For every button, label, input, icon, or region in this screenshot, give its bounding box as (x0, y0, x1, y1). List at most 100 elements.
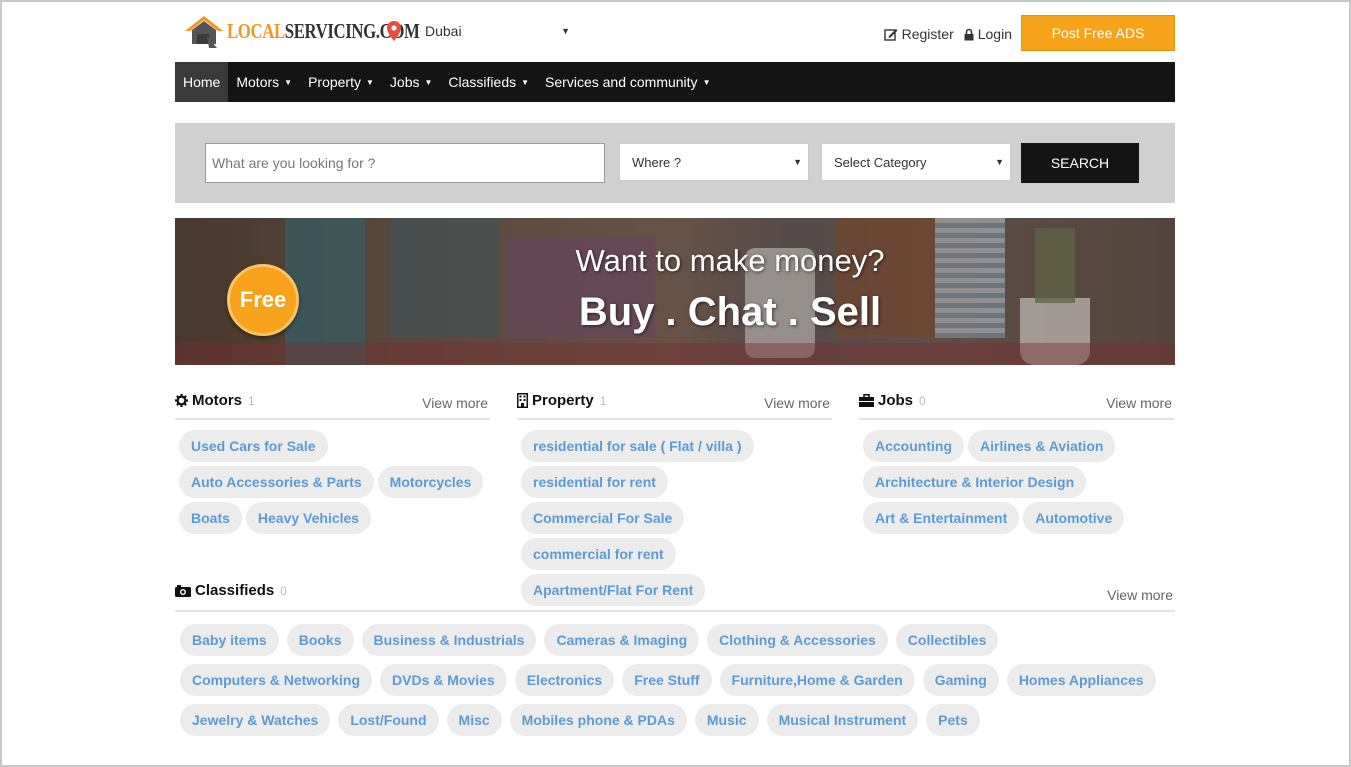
view-more-link[interactable]: View more (1106, 395, 1172, 411)
tag[interactable]: Free Stuff (622, 664, 712, 696)
tag[interactable]: Mobiles phone & PDAs (509, 704, 687, 736)
category-select-value: Select Category (834, 154, 927, 170)
nav-item-home[interactable]: Home (175, 62, 229, 102)
tag[interactable]: Boats (179, 502, 242, 534)
login-label: Login (977, 26, 1012, 42)
promo-banner[interactable]: Free Want to make money? Buy . Chat . Se… (175, 218, 1175, 365)
tag[interactable]: Used Cars for Sale (179, 430, 328, 462)
nav-item-property[interactable]: Property ▼ (300, 62, 382, 102)
tag[interactable]: Electronics (514, 664, 615, 696)
building-icon (517, 393, 528, 408)
section-count: 0 (919, 393, 926, 408)
login-link[interactable]: Login (964, 26, 1012, 42)
gear-icon (175, 394, 188, 407)
tag-list: Baby items Books Business & Industrials … (175, 612, 1175, 744)
lock-icon (964, 28, 974, 40)
section-property: Property 1 View more residential for sal… (517, 392, 832, 610)
register-link[interactable]: Register (883, 26, 954, 42)
section-jobs: Jobs 0 View more Accounting Airlines & A… (859, 392, 1174, 538)
view-more-link[interactable]: View more (422, 395, 488, 411)
tag[interactable]: Homes Appliances (1006, 664, 1156, 696)
city-select[interactable]: Dubai ▼ (415, 20, 570, 42)
category-select[interactable]: Select Category ▼ (821, 143, 1011, 181)
search-input[interactable]: What are you looking for ? (205, 143, 605, 183)
nav-item-jobs[interactable]: Jobs ▼ (382, 62, 441, 102)
nav-item-services[interactable]: Services and community ▼ (537, 62, 718, 102)
where-select-value: Where ? (632, 154, 682, 170)
tag[interactable]: residential for rent (521, 466, 668, 498)
tag[interactable]: Musical Instrument (766, 704, 919, 736)
caret-down-icon: ▼ (521, 77, 530, 87)
tag[interactable]: Jewelry & Watches (180, 704, 331, 736)
tag[interactable]: Baby items (180, 624, 279, 656)
tag[interactable]: Misc (446, 704, 502, 736)
post-free-ads-button[interactable]: Post Free ADS (1021, 15, 1175, 51)
nav-item-label: Home (183, 74, 221, 90)
section-title: Classifieds (195, 582, 275, 599)
tag[interactable]: Automotive (1023, 502, 1125, 534)
caret-down-icon: ▼ (702, 77, 711, 87)
edit-icon (883, 28, 898, 41)
section-count: 0 (280, 583, 287, 598)
tag[interactable]: Furniture,Home & Garden (719, 664, 915, 696)
chevron-down-icon: ▼ (561, 26, 570, 36)
nav-item-label: Motors (236, 74, 280, 90)
tag-list: Accounting Airlines & Aviation Architect… (859, 420, 1174, 538)
tag[interactable]: Books (286, 624, 354, 656)
where-select[interactable]: Where ? ▼ (619, 143, 809, 181)
camera-icon (175, 584, 191, 597)
briefcase-icon (859, 394, 874, 407)
auth-links: Register Login (883, 26, 1012, 42)
tag[interactable]: Lost/Found (338, 704, 439, 736)
tag[interactable]: Cameras & Imaging (544, 624, 700, 656)
location-pin-icon (387, 21, 401, 41)
view-more-link[interactable]: View more (1107, 587, 1173, 603)
tag[interactable]: Clothing & Accessories (707, 624, 888, 656)
tag[interactable]: Pets (926, 704, 980, 736)
nav-item-label: Services and community (545, 74, 698, 90)
caret-down-icon: ▼ (366, 77, 374, 87)
tag[interactable]: Heavy Vehicles (245, 502, 372, 534)
tag-list: Used Cars for Sale Auto Accessories & Pa… (175, 420, 490, 538)
tag[interactable]: residential for sale ( Flat / villa ) (521, 430, 754, 462)
site-header: LOCALSERVICING.COM Dubai ▼ Register Logi… (175, 12, 1175, 56)
tag[interactable]: Business & Industrials (361, 624, 537, 656)
section-title: Motors (192, 392, 242, 409)
tag[interactable]: DVDs & Movies (380, 664, 507, 696)
main-nav: Home Motors ▼ Property ▼ Jobs ▼ Classifieds… (175, 62, 1175, 102)
search-button[interactable]: SEARCH (1021, 143, 1139, 183)
city-select-value: Dubai (425, 23, 462, 39)
tag[interactable]: Architecture & Interior Design (863, 466, 1087, 498)
section-title: Property (532, 392, 594, 409)
tag[interactable]: Gaming (922, 664, 999, 696)
caret-down-icon: ▼ (424, 77, 433, 87)
section-classifieds: Classifieds 0 View more Baby items Books… (175, 582, 1175, 744)
view-more-link[interactable]: View more (764, 395, 830, 411)
section-count: 1 (599, 393, 607, 408)
tag[interactable]: Art & Entertainment (863, 502, 1020, 534)
house-logo-icon (185, 16, 223, 48)
tag[interactable]: Auto Accessories & Parts (179, 466, 374, 498)
section-count: 1 (248, 393, 255, 408)
nav-item-label: Classifieds (448, 74, 517, 90)
tag[interactable]: Accounting (863, 430, 964, 462)
banner-tagline: Buy . Chat . Sell (578, 290, 882, 334)
tag[interactable]: Airlines & Aviation (968, 430, 1116, 462)
logo-part-local: LOCAL (227, 18, 285, 43)
nav-item-motors[interactable]: Motors ▼ (228, 62, 300, 102)
section-motors: Motors 1 View more Used Cars for Sale Au… (175, 392, 490, 538)
search-bar: What are you looking for ? Where ? ▼ Sel… (175, 123, 1175, 203)
caret-down-icon: ▼ (284, 77, 293, 87)
nav-item-label: Property (308, 74, 361, 90)
tag[interactable]: Collectibles (895, 624, 999, 656)
tag[interactable]: Motorcycles (377, 466, 484, 498)
tag[interactable]: Computers & Networking (180, 664, 373, 696)
banner-headline: Want to make money? (575, 243, 885, 278)
nav-item-label: Jobs (389, 74, 420, 90)
nav-item-classifieds[interactable]: Classifieds ▼ (440, 62, 537, 102)
section-title: Jobs (878, 392, 914, 409)
tag[interactable]: Commercial For Sale (521, 502, 685, 534)
tag[interactable]: Music (694, 704, 759, 736)
chevron-down-icon: ▼ (995, 157, 1004, 167)
tag[interactable]: commercial for rent (521, 538, 676, 570)
